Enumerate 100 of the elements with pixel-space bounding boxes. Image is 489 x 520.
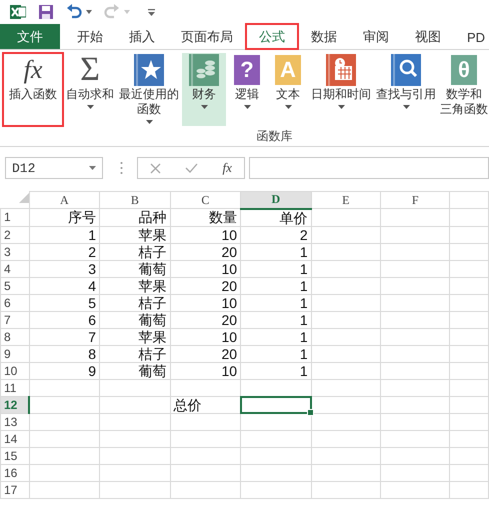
ribbon-button[interactable]: 日期和时间 [309,53,373,126]
table-cell-text: 1 [87,226,98,242]
table-cell-text: 2 [298,226,309,242]
table-cell-text: 10 [220,294,238,310]
table-cell-text: 1 [298,278,309,294]
caret-icon[interactable] [86,10,92,14]
row-header[interactable]: 10 [0,362,30,379]
table-cell-text: 1 [298,244,309,260]
table-cell-text: 4 [87,278,98,294]
row-header[interactable]: 14 [0,430,30,447]
table-cell-text: 苹果 [138,278,168,294]
table-cell-text: 6 [87,312,98,328]
ribbon-tab[interactable]: 数据 [298,24,350,49]
table-cell-text: 苹果 [138,226,168,242]
column-header[interactable]: F [380,192,450,208]
row-header[interactable]: 16 [0,464,30,481]
caret-icon [200,105,208,109]
table-cell-text: 桔子 [138,346,168,362]
row-header[interactable]: 13 [0,413,30,430]
table-cell-text: 1 [298,294,309,310]
table-cell-text: 20 [220,346,238,362]
excel-logo-icon[interactable] [10,4,26,20]
table-cell-text: 3 [87,260,98,276]
table-cell-text: 20 [220,278,238,294]
ribbon-button[interactable]: 财务 [182,53,226,126]
table-cell-text: 1 [298,346,309,362]
caret-icon [86,105,94,109]
row-header[interactable]: 3 [0,243,30,260]
file-tab[interactable]: 文件 [0,24,60,49]
row-header[interactable]: 7 [0,311,30,328]
column-header[interactable]: E [311,192,381,208]
row-header[interactable]: 9 [0,345,30,362]
save-icon[interactable] [38,4,54,20]
table-cell-text: 序号 [67,209,98,226]
ribbon-tab[interactable]: 视图 [402,24,454,49]
table-cell-text: 葡萄 [138,362,168,378]
ribbon-button[interactable]: A 文本 [268,53,308,126]
ribbon-tab[interactable]: 页面布局 [168,24,246,49]
table-cell-text: 1 [298,260,309,276]
ribbon-button[interactable]: fx 插入函数 [3,53,63,126]
ribbon-tab[interactable]: 插入 [116,24,168,49]
table-cell-text: 10 [220,260,238,276]
insert-function-button[interactable]: fx [222,160,232,176]
table-cell-text: 数量 [208,209,238,226]
row-header[interactable]: 4 [0,260,30,277]
active-cell[interactable] [240,396,312,414]
column-header[interactable]: A [29,192,100,208]
book-icon: A [275,55,301,85]
column-header[interactable]: B [100,192,170,208]
table-cell-text: 8 [87,346,98,362]
ribbon-tab[interactable]: 审阅 [350,24,402,49]
row-header[interactable]: 17 [0,481,30,498]
ribbon-button[interactable]: ? 逻辑 [227,53,267,126]
column-header[interactable]: C [170,192,241,208]
table-cell-text: 2 [87,244,98,260]
ribbon-button[interactable]: Σ 自动求和 [64,53,116,126]
table-cell-text: 品种 [138,209,168,226]
table-cell-text: 葡萄 [138,312,168,328]
check-icon[interactable] [185,163,198,173]
table-cell-text: 1 [298,328,309,344]
formula-input[interactable] [249,157,489,179]
table-cell-text: 7 [87,328,98,344]
table-cell-text: 1 [298,312,309,328]
row-header[interactable]: 6 [0,294,30,311]
table-cell-text: 葡萄 [138,260,168,276]
table-cell-text: 桔子 [138,244,168,260]
caret-icon [402,105,410,109]
table-cell-text: 10 [220,226,238,242]
ribbon-tab[interactable]: 开始 [64,24,116,49]
ribbon-button[interactable]: 最近使用的 函数 [117,53,181,126]
table-cell-text: 总价 [172,396,203,412]
row-header[interactable]: 5 [0,277,30,294]
row-header[interactable]: 8 [0,328,30,345]
table-cell-text: 10 [220,362,238,378]
row-header[interactable]: 1 [0,208,30,226]
caret-icon [146,120,152,124]
row-header[interactable]: 2 [0,226,30,243]
caret-icon [244,105,250,109]
table-cell-text: 10 [220,328,238,344]
customize-icon[interactable] [148,8,155,16]
table-cell-text: 桔子 [138,294,168,310]
row-header[interactable]: 12 [0,396,30,413]
ribbon-button[interactable]: 查找与引用 [374,53,438,126]
undo-icon[interactable] [66,4,82,20]
row-header[interactable]: 11 [0,379,30,396]
table-cell-text: 单价 [278,210,309,226]
caret-icon [89,166,96,170]
ribbon-button[interactable]: θ 数学和 三角函数 [439,53,489,126]
table-cell-text: 苹果 [138,328,168,344]
table-cell-text: 20 [220,244,238,260]
grip-icon [120,161,123,175]
name-box[interactable]: D12 [5,157,103,179]
table-cell-text: 20 [220,312,238,328]
ribbon-tab[interactable]: 公式 [246,24,298,49]
column-header[interactable]: D [240,192,312,208]
table-cell-text: 5 [87,294,98,310]
book-icon: ? [234,55,260,85]
ribbon-tab[interactable]: PD [454,24,489,49]
row-header[interactable]: 15 [0,447,30,464]
caret-icon [338,105,344,109]
